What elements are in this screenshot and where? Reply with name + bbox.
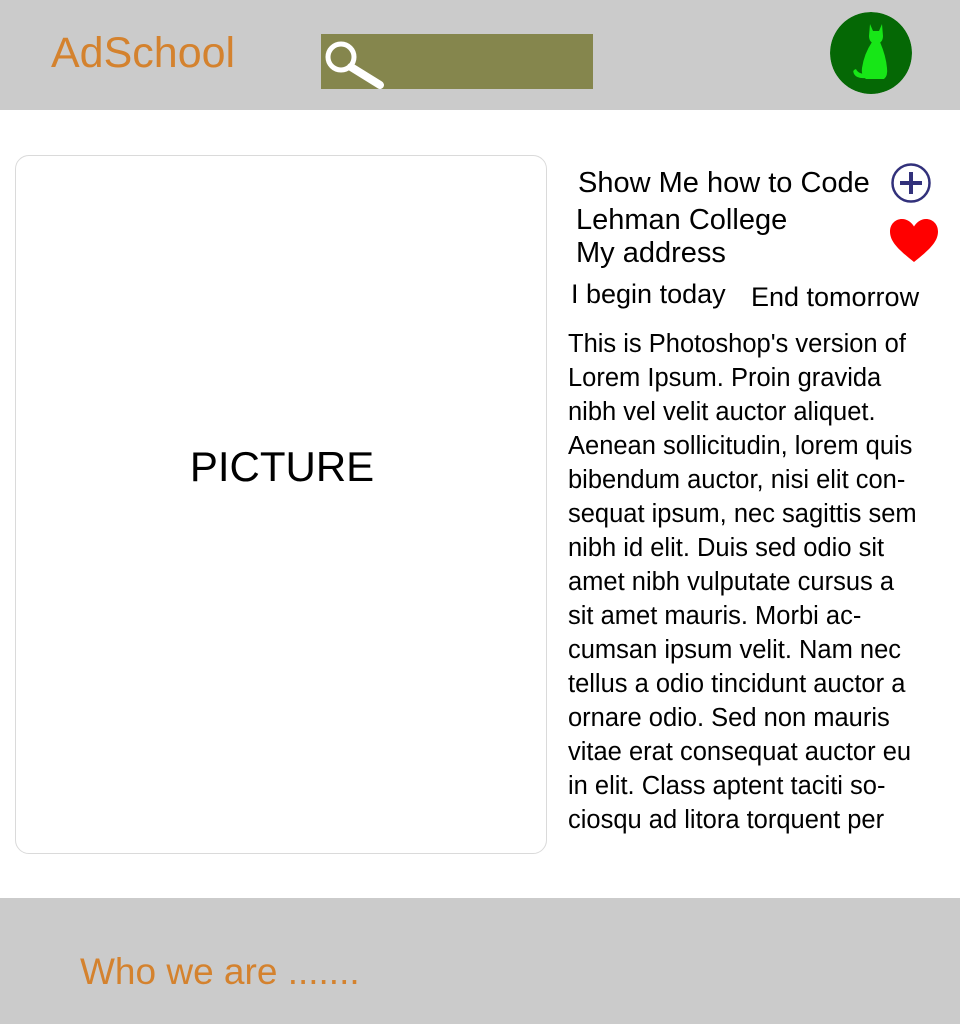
course-description: This is Photoshop's version of Lorem Ips…: [568, 330, 917, 834]
header: AdSchool: [0, 0, 960, 110]
add-button[interactable]: [890, 162, 932, 204]
main-content: PICTURE Show Me how to Code Lehman Colle…: [0, 110, 960, 898]
footer: Who we are .......: [0, 898, 960, 1024]
end-date: End tomorrow: [751, 282, 920, 312]
logo[interactable]: AdSchool: [51, 27, 235, 79]
favorite-button[interactable]: [889, 218, 939, 264]
who-we-are-link[interactable]: Who we are .......: [80, 950, 360, 994]
address: My address: [576, 237, 726, 269]
picture-label: PICTURE: [189, 443, 375, 490]
heart-icon: [890, 219, 938, 262]
search-icon[interactable]: [322, 38, 386, 90]
avatar[interactable]: [830, 12, 912, 94]
start-date: I begin today: [571, 279, 726, 309]
picture-placeholder: PICTURE: [15, 155, 547, 854]
course-title: Show Me how to Code: [578, 167, 870, 199]
college-name: Lehman College: [576, 204, 788, 236]
plus-circle-icon: [891, 163, 931, 203]
